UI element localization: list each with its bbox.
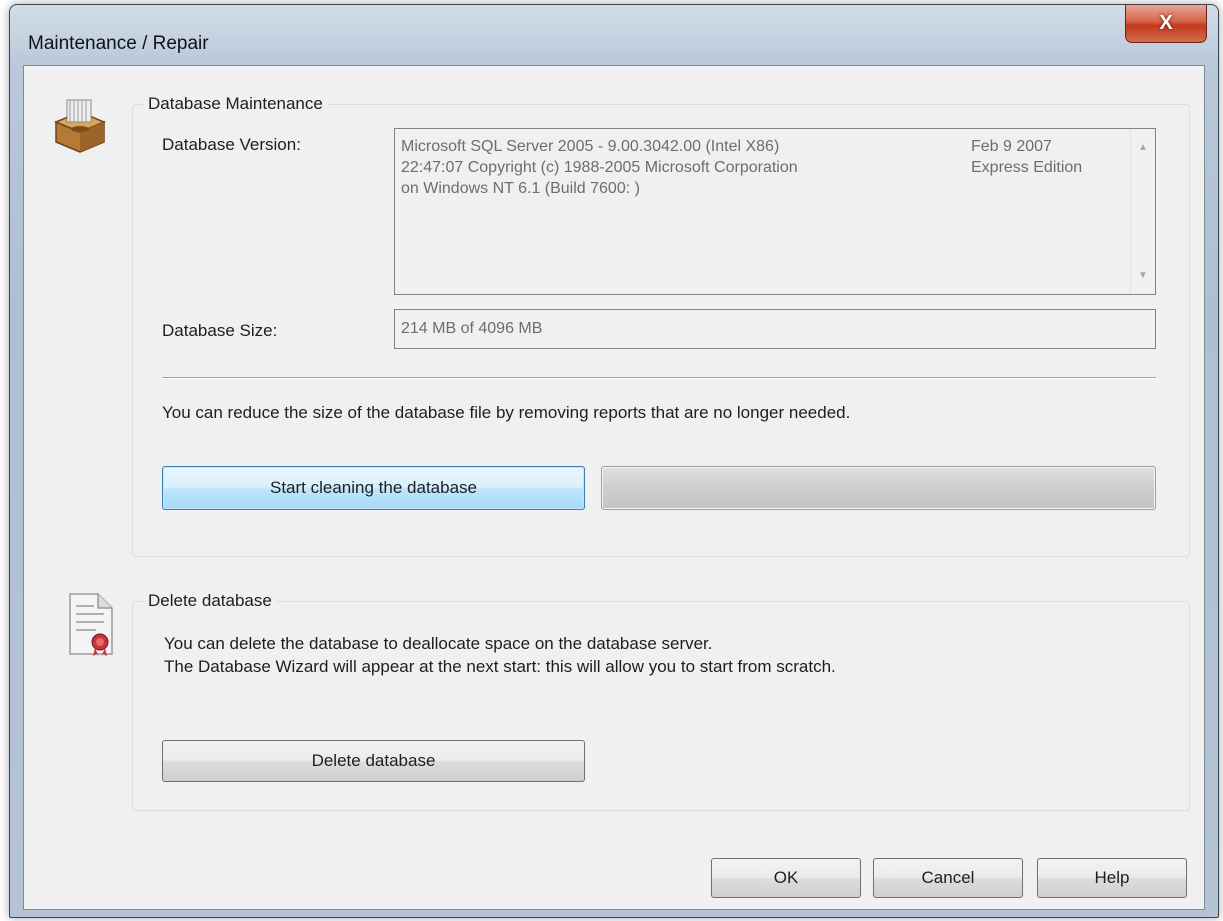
- delete-info-line-2: The Database Wizard will appear at the n…: [164, 657, 836, 676]
- cleaning-info-text: You can reduce the size of the database …: [162, 403, 851, 422]
- scroll-down-icon[interactable]: ▼: [1131, 265, 1155, 286]
- dialog-window: Maintenance / Repair X Database Maintena…: [9, 4, 1219, 918]
- database-version-field[interactable]: Microsoft SQL Server 2005 - 9.00.3042.00…: [394, 128, 1156, 295]
- ok-button[interactable]: OK: [711, 858, 861, 898]
- delete-database-legend: Delete database: [143, 591, 277, 611]
- database-maintenance-legend: Database Maintenance: [143, 94, 328, 114]
- version-scrollbar[interactable]: ▲ ▼: [1130, 129, 1155, 294]
- database-icon: [54, 99, 106, 153]
- dialog-client-area: Database Maintenance Database Version: M…: [23, 65, 1205, 910]
- database-version-line: Microsoft SQL Server 2005 - 9.00.3042.00…: [401, 138, 780, 155]
- cleaning-progress-bar: [601, 466, 1156, 510]
- close-button[interactable]: X: [1125, 5, 1207, 43]
- scroll-up-icon[interactable]: ▲: [1131, 137, 1155, 158]
- section-divider: [162, 377, 1156, 379]
- database-version-date: Feb 9 2007: [971, 138, 1052, 155]
- window-title: Maintenance / Repair: [28, 33, 209, 54]
- database-size-field[interactable]: 214 MB of 4096 MB: [394, 309, 1156, 349]
- database-version-line: 22:47:07 Copyright (c) 1988-2005 Microso…: [401, 159, 798, 176]
- title-bar[interactable]: Maintenance / Repair X: [10, 5, 1218, 65]
- database-version-edition: Express Edition: [971, 159, 1083, 176]
- delete-info-line-1: You can delete the database to deallocat…: [164, 634, 713, 653]
- database-version-label: Database Version:: [162, 135, 301, 154]
- start-cleaning-button[interactable]: Start cleaning the database: [162, 466, 585, 510]
- delete-database-button[interactable]: Delete database: [162, 740, 585, 782]
- cancel-button[interactable]: Cancel: [873, 858, 1023, 898]
- database-size-value: 214 MB of 4096 MB: [401, 320, 543, 337]
- help-button[interactable]: Help: [1037, 858, 1187, 898]
- database-version-line: on Windows NT 6.1 (Build 7600: ): [401, 180, 640, 197]
- database-size-label: Database Size:: [162, 321, 278, 340]
- close-icon: X: [1159, 12, 1173, 34]
- certificate-document-icon: [69, 593, 113, 657]
